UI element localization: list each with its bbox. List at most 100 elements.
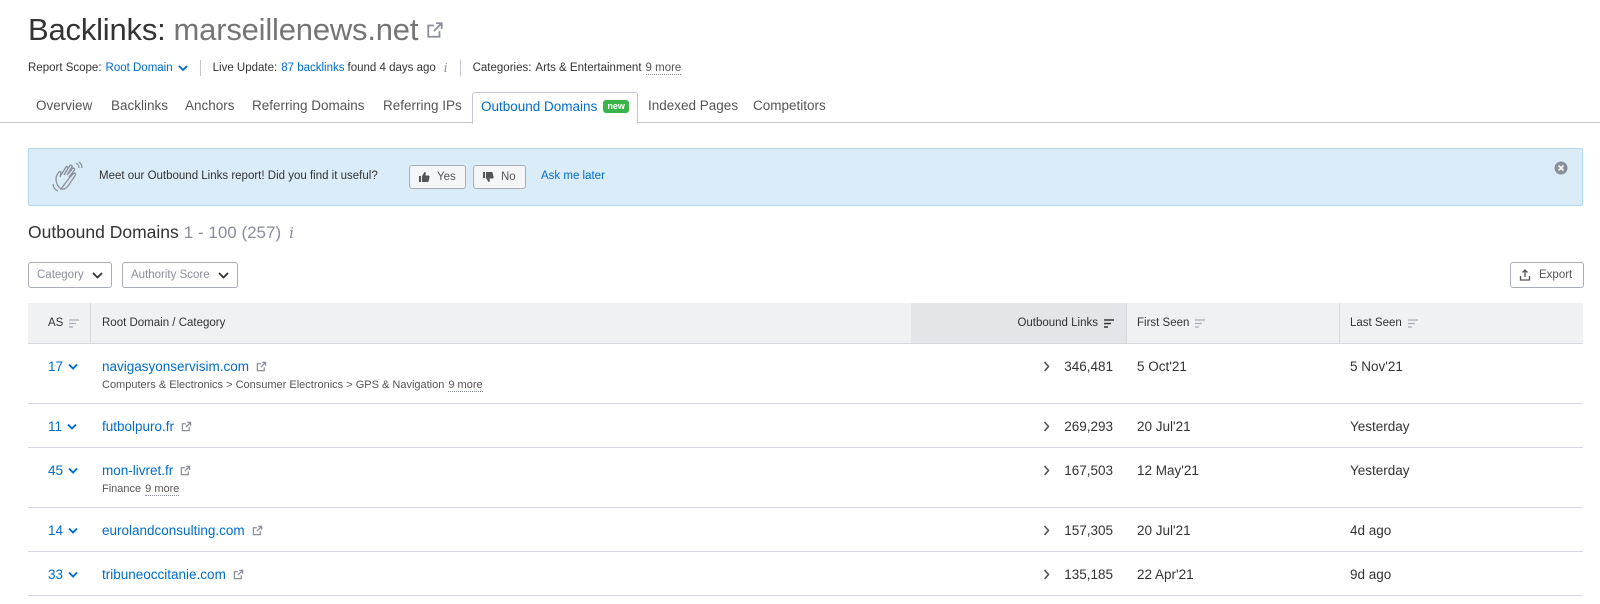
category-text: Computers & Electronics > Consumer Elect… [102, 379, 445, 391]
tab-competitors[interactable]: Competitors [745, 92, 834, 123]
new-badge: new [603, 100, 629, 113]
external-link-icon[interactable] [233, 569, 244, 580]
categories-label: Categories: [472, 62, 532, 74]
authority-score-filter[interactable]: Authority Score [122, 262, 238, 288]
domain-link[interactable]: navigasyonservisim.com [102, 359, 249, 374]
scope-dropdown[interactable]: Root Domain [106, 62, 173, 74]
tab-outbound-domains[interactable]: Outbound Domains new [472, 92, 638, 124]
first-seen-date: 12 May'21 [1137, 463, 1199, 478]
page-title: Backlinks: [28, 12, 166, 47]
section-heading: Outbound Domains 1 - 100 (257) i [28, 222, 294, 243]
sort-icon [69, 318, 80, 328]
chevron-down-icon [68, 571, 78, 578]
chevron-right-icon [1044, 421, 1050, 432]
category-more-link[interactable]: 9 more [145, 483, 180, 496]
chevron-down-icon [68, 363, 78, 370]
category-more-link[interactable]: 9 more [448, 379, 483, 392]
outbound-links-cell[interactable]: 167,503 [1043, 463, 1113, 478]
last-seen-date: 4d ago [1350, 523, 1392, 538]
first-seen-date: 5 Oct'21 [1137, 359, 1187, 374]
external-link-icon[interactable] [252, 525, 263, 536]
info-icon[interactable]: i [289, 224, 294, 242]
chevron-down-icon[interactable] [178, 64, 188, 72]
tab-outbound-domains-label: Outbound Domains [481, 99, 598, 114]
report-tabs: Overview Backlinks Anchors Referring Dom… [0, 92, 1600, 124]
tab-anchors[interactable]: Anchors [177, 92, 243, 123]
column-header-as[interactable]: AS [48, 303, 80, 343]
external-link-icon[interactable] [426, 21, 444, 44]
export-button[interactable]: Export [1510, 262, 1584, 288]
last-seen-date: 9d ago [1350, 567, 1392, 582]
tab-backlinks[interactable]: Backlinks [103, 92, 176, 123]
thumbs-down-icon [483, 172, 494, 182]
page-header: Backlinks: marseillenews.net [28, 12, 444, 48]
info-icon[interactable]: i [444, 61, 448, 75]
tab-indexed-pages[interactable]: Indexed Pages [640, 92, 746, 123]
column-divider [1126, 303, 1127, 343]
tab-referring-ips[interactable]: Referring IPs [375, 92, 470, 123]
outbound-links-cell[interactable]: 346,481 [1043, 359, 1113, 374]
tab-referring-domains[interactable]: Referring Domains [244, 92, 373, 123]
domain-link[interactable]: futbolpuro.fr [102, 419, 174, 434]
domain-cell: navigasyonservisim.com [102, 359, 267, 374]
domain-link[interactable]: mon-livret.fr [102, 463, 173, 478]
external-link-icon[interactable] [256, 361, 267, 372]
column-header-outbound-links[interactable]: Outbound Links [911, 303, 1126, 343]
authority-score: 11 [48, 419, 63, 434]
category-filter[interactable]: Category [28, 262, 112, 288]
last-seen-date: 5 Nov'21 [1350, 359, 1403, 374]
export-icon [1519, 269, 1531, 281]
domain-link[interactable]: eurolandconsulting.com [102, 523, 245, 538]
table-row: 45 mon-livret.fr Finance 9 more 167,503 1… [28, 448, 1583, 508]
chevron-down-icon [68, 527, 78, 534]
outbound-links-count: 269,293 [1064, 419, 1113, 434]
no-button[interactable]: No [473, 165, 526, 189]
chevron-right-icon [1044, 569, 1050, 580]
first-seen-header-label: First Seen [1137, 317, 1190, 329]
chevron-down-icon [217, 272, 229, 279]
external-link-icon[interactable] [180, 465, 191, 476]
outbound-links-cell[interactable]: 135,185 [1043, 567, 1113, 582]
column-header-first-seen[interactable]: First Seen [1137, 303, 1206, 343]
backlinks-count-link[interactable]: 87 backlinks [281, 62, 344, 74]
yes-label: Yes [437, 171, 456, 183]
tab-overview[interactable]: Overview [28, 92, 100, 123]
outbound-links-cell[interactable]: 269,293 [1043, 419, 1113, 434]
authority-score-toggle[interactable]: 11 [48, 419, 77, 434]
authority-score-toggle[interactable]: 45 [48, 463, 78, 478]
chevron-right-icon [1044, 465, 1050, 476]
divider [199, 60, 201, 76]
outbound-domains-table: AS Root Domain / Category Outbound Links… [28, 303, 1583, 596]
domain-cell: mon-livret.fr [102, 463, 191, 478]
close-icon[interactable] [1554, 161, 1568, 180]
table-header: AS Root Domain / Category Outbound Links… [28, 303, 1583, 344]
domain-cell: eurolandconsulting.com [102, 523, 263, 538]
ask-me-later-link[interactable]: Ask me later [541, 170, 605, 182]
first-seen-date: 20 Jul'21 [1137, 523, 1191, 538]
category-path: Finance 9 more [102, 483, 180, 496]
chevron-down-icon [68, 467, 78, 474]
last-seen-date: Yesterday [1350, 419, 1410, 434]
outbound-links-count: 167,503 [1064, 463, 1113, 478]
as-header-label: AS [48, 317, 64, 329]
category-path: Computers & Electronics > Consumer Elect… [102, 379, 483, 392]
last-seen-date: Yesterday [1350, 463, 1410, 478]
authority-score: 14 [48, 523, 64, 538]
analyzed-domain[interactable]: marseillenews.net [174, 12, 419, 48]
categories-more-link[interactable]: 9 more [645, 62, 682, 75]
outbound-header-label: Outbound Links [1017, 317, 1098, 329]
authority-score-toggle[interactable]: 33 [48, 567, 78, 582]
live-update-time: found 4 days ago [347, 62, 436, 74]
waving-hand-icon [49, 159, 85, 200]
domain-link[interactable]: tribuneoccitanie.com [102, 567, 226, 582]
authority-score-toggle[interactable]: 17 [48, 359, 78, 374]
authority-score-toggle[interactable]: 14 [48, 523, 78, 538]
outbound-links-cell[interactable]: 157,305 [1043, 523, 1113, 538]
last-seen-header-label: Last Seen [1350, 317, 1402, 329]
column-header-last-seen[interactable]: Last Seen [1350, 303, 1418, 343]
external-link-icon[interactable] [181, 421, 192, 432]
category-filter-label: Category [37, 269, 84, 281]
thumbs-up-icon [419, 172, 430, 182]
yes-button[interactable]: Yes [409, 165, 466, 189]
column-header-domain: Root Domain / Category [102, 303, 225, 343]
